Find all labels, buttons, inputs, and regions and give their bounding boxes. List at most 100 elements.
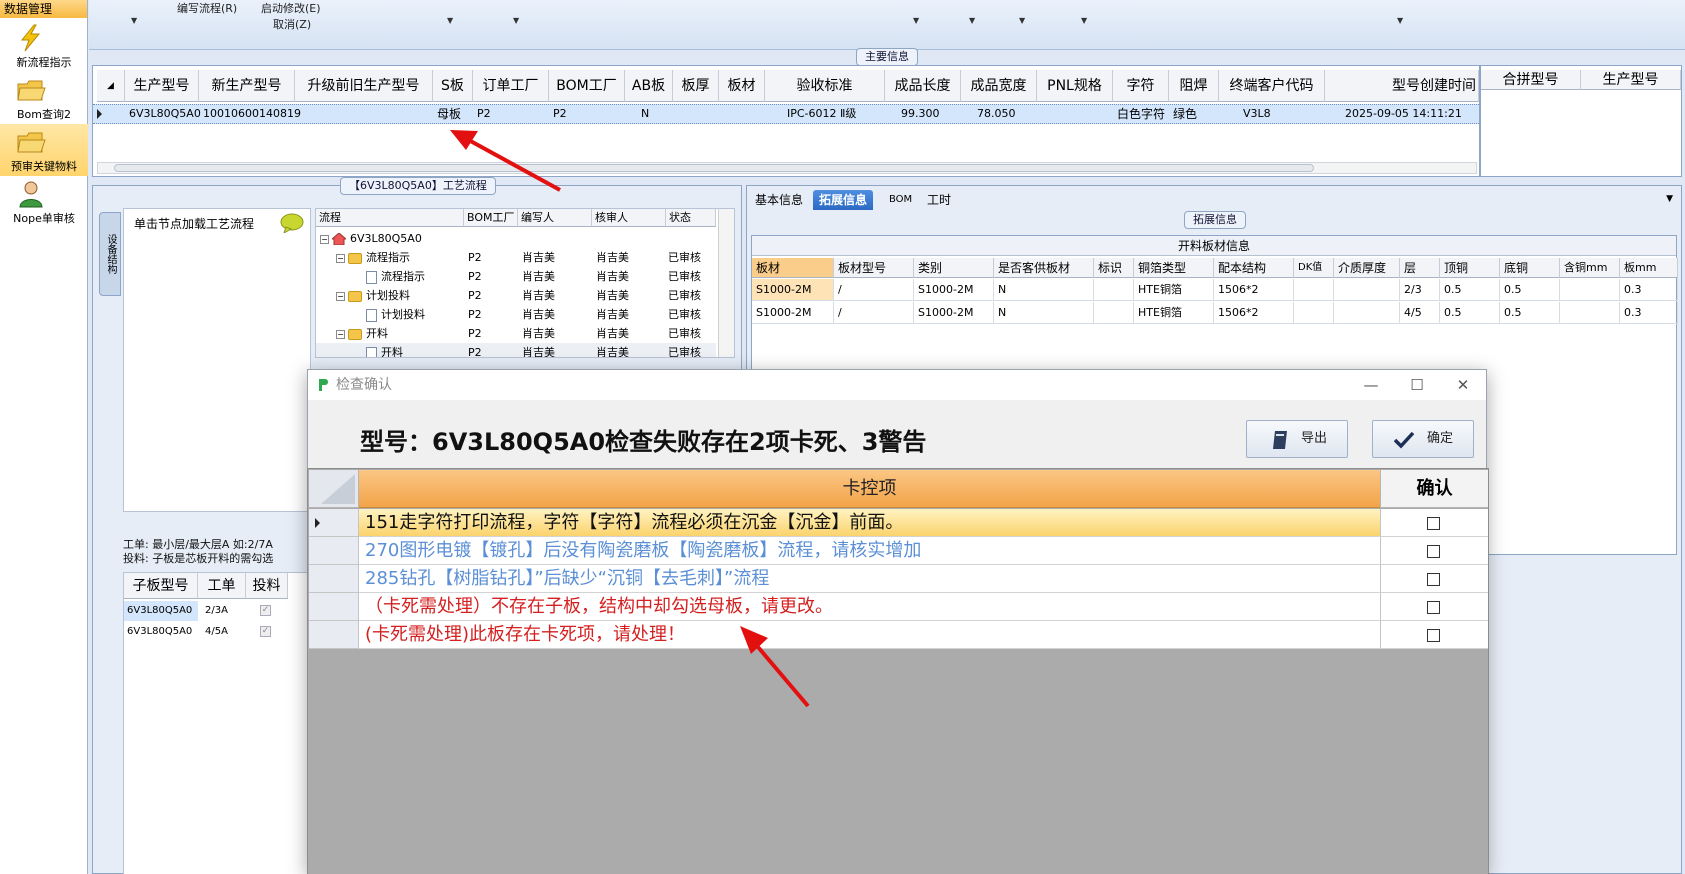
column-header[interactable]: AB板: [625, 70, 673, 102]
column-header[interactable]: 顶铜: [1440, 258, 1500, 278]
table-cell[interactable]: [1094, 302, 1134, 324]
column-header[interactable]: 板材: [752, 258, 834, 278]
dropdown-caret-icon[interactable]: ▼: [447, 16, 453, 25]
table-cell[interactable]: 0.5: [1440, 302, 1500, 324]
table-cell[interactable]: S1000-2M: [752, 279, 834, 301]
table-cell[interactable]: S1000-2M: [914, 279, 994, 301]
collapse-icon[interactable]: −: [336, 329, 345, 339]
table-cell[interactable]: 1506*2: [1214, 279, 1294, 301]
column-header[interactable]: 子板型号: [124, 573, 198, 599]
column-header[interactable]: BOM工厂: [464, 209, 518, 227]
column-header[interactable]: 成品长度: [885, 70, 961, 102]
panel-menu-icon[interactable]: ▼: [1666, 194, 1673, 204]
table-cell[interactable]: HTE铜箔: [1134, 302, 1214, 324]
table-cell[interactable]: 0.5: [1440, 279, 1500, 301]
table-cell[interactable]: HTE铜箔: [1134, 279, 1214, 301]
column-header-confirm[interactable]: 确认: [1380, 470, 1488, 508]
confirm-checkbox[interactable]: [1427, 545, 1440, 558]
dropdown-caret-icon[interactable]: ▼: [513, 16, 519, 25]
column-header[interactable]: 含铜mm: [1560, 258, 1620, 278]
dropdown-caret-icon[interactable]: ▼: [969, 16, 975, 25]
table-cell[interactable]: S1000-2M: [752, 302, 834, 324]
scrollbar-thumb[interactable]: [114, 164, 1314, 172]
confirm-checkbox[interactable]: [1427, 601, 1440, 614]
check-row[interactable]: （卡死需处理）不存在子板，结构中却勾选母板，请更改。: [309, 593, 1488, 621]
column-header[interactable]: 状态: [666, 209, 716, 227]
table-cell[interactable]: 4/5A: [202, 622, 228, 642]
table-cell[interactable]: N: [994, 279, 1094, 301]
side-tab-structure[interactable]: 设备结构: [99, 212, 121, 296]
column-header[interactable]: 核审人: [592, 209, 666, 227]
check-row[interactable]: 285钻孔【树脂钻孔】”后缺少“沉铜【去毛刺】”流程: [309, 565, 1488, 593]
table-cell[interactable]: [1294, 279, 1334, 301]
table-cell[interactable]: 0.5: [1500, 302, 1560, 324]
sidebar-item-new-flow[interactable]: 新流程指示: [0, 20, 88, 72]
table-cell[interactable]: 2/3: [1400, 279, 1440, 301]
column-header[interactable]: 底铜: [1500, 258, 1560, 278]
vertical-scrollbar[interactable]: [718, 209, 734, 357]
tab-bom[interactable]: BOM: [883, 190, 918, 210]
column-header[interactable]: 升级前旧生产型号: [295, 70, 433, 102]
tree-node[interactable]: 开料 P2 肖吉美 肖吉美 已审核: [316, 343, 716, 357]
collapse-icon[interactable]: −: [320, 234, 329, 244]
dropdown-caret-icon[interactable]: ▼: [1397, 16, 1403, 25]
collapse-icon[interactable]: −: [336, 291, 345, 301]
table-cell[interactable]: [1094, 279, 1134, 301]
check-row[interactable]: 270图形电镀【镀孔】后没有陶瓷磨板【陶瓷磨板】流程，请核实增加: [309, 537, 1488, 565]
table-cell[interactable]: /: [834, 279, 914, 301]
column-header[interactable]: 投料: [246, 573, 288, 599]
tree-node[interactable]: 计划投料 P2 肖吉美 肖吉美 已审核: [316, 305, 716, 324]
tree-node-root[interactable]: − 6V3L80Q5A0: [316, 229, 716, 248]
tree-node[interactable]: − 开料 P2 肖吉美 肖吉美 已审核: [316, 324, 716, 343]
tree-node[interactable]: − 流程指示 P2 肖吉美 肖吉美 已审核: [316, 248, 716, 267]
sidebar-item-nope-audit[interactable]: Nope单审核: [0, 176, 88, 228]
column-header[interactable]: 标识: [1094, 258, 1134, 278]
column-header[interactable]: 生产型号: [125, 70, 199, 102]
tab-work-hours[interactable]: 工时: [921, 190, 957, 210]
check-row[interactable]: (卡死需处理)此板存在卡死项，请处理！: [309, 621, 1488, 649]
table-cell[interactable]: 6V3L80Q5A0: [124, 601, 198, 621]
minimize-icon[interactable]: —: [1348, 370, 1394, 400]
column-header[interactable]: 字符: [1113, 70, 1169, 102]
table-cell[interactable]: [1560, 279, 1620, 301]
cancel-button[interactable]: 取消(Z): [273, 16, 311, 32]
column-header[interactable]: S板: [433, 70, 473, 102]
table-cell[interactable]: N: [994, 302, 1094, 324]
table-cell[interactable]: [1560, 302, 1620, 324]
ok-button[interactable]: 确定: [1372, 420, 1474, 458]
dropdown-caret-icon[interactable]: ▼: [131, 16, 137, 25]
tab-extension-info[interactable]: 拓展信息: [813, 190, 874, 210]
feed-checkbox[interactable]: ✓: [260, 626, 271, 637]
column-header[interactable]: 订单工厂: [473, 70, 549, 102]
column-header[interactable]: 板材: [719, 70, 765, 102]
confirm-checkbox[interactable]: [1427, 629, 1440, 642]
table-cell[interactable]: 4/5: [1400, 302, 1440, 324]
column-header[interactable]: 介质厚度: [1334, 258, 1400, 278]
table-cell[interactable]: [1294, 302, 1334, 324]
check-row[interactable]: 151走字符打印流程，字符【字符】流程必须在沉金【沉金】前面。: [309, 509, 1488, 537]
sidebar-item-bom-query[interactable]: Bom查询2: [0, 72, 88, 124]
column-header[interactable]: 合拼型号: [1481, 70, 1581, 90]
column-header[interactable]: 工单: [198, 573, 246, 599]
table-cell[interactable]: S1000-2M: [914, 302, 994, 324]
column-header[interactable]: 流程: [316, 209, 464, 227]
column-header[interactable]: 成品宽度: [961, 70, 1037, 102]
column-header[interactable]: 编写人: [518, 209, 592, 227]
column-header[interactable]: 生产型号: [1581, 70, 1681, 90]
maximize-icon[interactable]: ☐: [1394, 370, 1440, 400]
column-header[interactable]: 铜箔类型: [1134, 258, 1214, 278]
column-header[interactable]: 验收标准: [765, 70, 885, 102]
dropdown-caret-icon[interactable]: ▼: [1019, 16, 1025, 25]
feed-checkbox[interactable]: ✓: [260, 605, 271, 616]
confirm-checkbox[interactable]: [1427, 573, 1440, 586]
dropdown-caret-icon[interactable]: ▼: [913, 16, 919, 25]
start-modify-button[interactable]: 启动修改(E): [261, 0, 321, 16]
dropdown-caret-icon[interactable]: ▼: [1081, 16, 1087, 25]
column-header[interactable]: PNL规格: [1037, 70, 1113, 102]
confirm-checkbox[interactable]: [1427, 517, 1440, 530]
sidebar-item-key-material[interactable]: 预审关键物料: [0, 124, 88, 176]
table-cell[interactable]: 1506*2: [1214, 302, 1294, 324]
collapse-icon[interactable]: −: [336, 253, 345, 263]
column-header[interactable]: BOM工厂: [549, 70, 625, 102]
close-icon[interactable]: ✕: [1440, 370, 1486, 400]
